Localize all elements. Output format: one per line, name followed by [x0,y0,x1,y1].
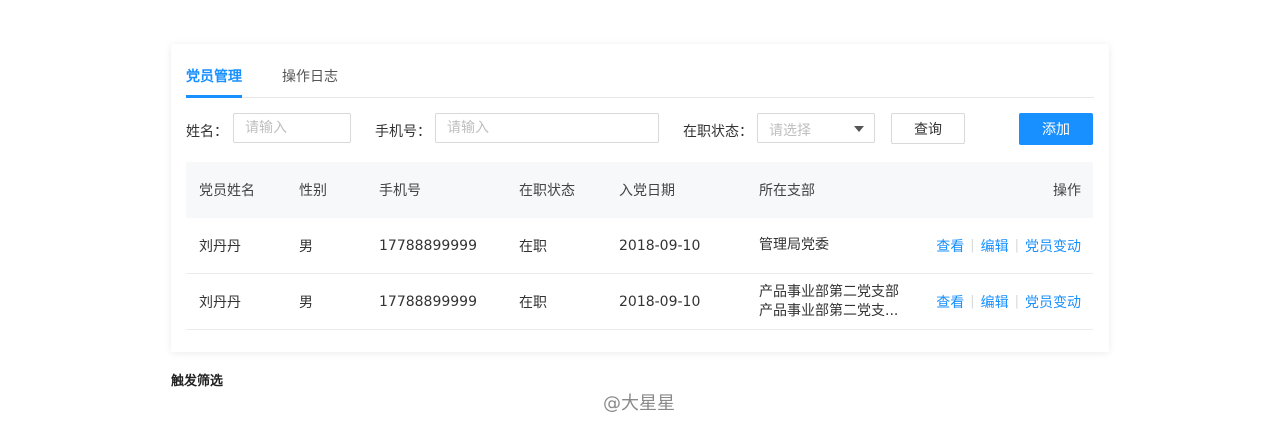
header-name: 党员姓名 [199,183,255,199]
tab-bar: 党员管理 操作日志 [186,44,1094,98]
trigger-filter-caption: 触发筛选 [171,374,224,389]
member-change-link[interactable]: 党员变动 [1025,292,1081,312]
cell-status: 在职 [519,238,547,255]
table-header: 党员姓名 性别 手机号 在职状态 入党日期 所在支部 操作 [186,162,1093,218]
cell-name: 刘丹丹 [199,294,241,311]
cell-actions: 查看 | 编辑 | 党员变动 [936,218,1081,273]
view-link[interactable]: 查看 [936,236,964,256]
cell-branch: 管理局党委 [759,218,909,273]
branch-line: 管理局党委 [759,237,829,253]
branch-text: 产品事业部第二党支部 产品事业部第二党支... [759,283,899,321]
header-gender: 性别 [299,183,327,199]
tab-operation-log[interactable]: 操作日志 [282,66,338,86]
action-divider: | [970,238,975,253]
tab-member-management[interactable]: 党员管理 [186,66,242,86]
action-divider: | [1014,238,1019,253]
header-status: 在职状态 [519,183,575,199]
name-filter-label: 姓名： [186,124,228,140]
edit-link[interactable]: 编辑 [981,292,1009,312]
table-row: 刘丹丹 男 17788899999 在职 2018-09-10 产品事业部第二党… [186,274,1093,330]
member-change-link[interactable]: 党员变动 [1025,236,1081,256]
header-branch: 所在支部 [759,183,815,199]
status-filter-label: 在职状态： [683,124,753,140]
caret-down-icon [854,126,864,132]
status-select-placeholder: 请选择 [769,123,811,139]
cell-gender: 男 [299,238,313,255]
cell-status: 在职 [519,294,547,311]
branch-text: 管理局党委 [759,236,829,255]
view-link[interactable]: 查看 [936,292,964,312]
query-button[interactable]: 查询 [891,113,965,144]
status-select[interactable]: 请选择 [757,113,875,143]
action-divider: | [1014,294,1019,309]
cell-actions: 查看 | 编辑 | 党员变动 [936,274,1081,329]
header-actions: 操作 [1053,183,1081,199]
cell-phone: 17788899999 [379,293,477,310]
edit-link[interactable]: 编辑 [981,236,1009,256]
phone-input[interactable] [435,113,659,143]
cell-branch: 产品事业部第二党支部 产品事业部第二党支... [759,274,909,329]
members-table: 党员姓名 性别 手机号 在职状态 入党日期 所在支部 操作 刘丹丹 男 1778… [186,162,1093,330]
add-button[interactable]: 添加 [1019,113,1093,145]
table-row: 刘丹丹 男 17788899999 在职 2018-09-10 管理局党委 查看… [186,218,1093,274]
cell-name: 刘丹丹 [199,238,241,255]
member-management-card: 党员管理 操作日志 姓名： 手机号： 在职状态： 请选择 查询 添加 党员姓名 … [171,44,1109,352]
cell-phone: 17788899999 [379,237,477,254]
cell-join-date: 2018-09-10 [619,293,701,310]
header-phone: 手机号 [379,183,421,199]
active-tab-indicator [186,95,242,98]
watermark: @大星星 [603,393,675,414]
branch-line-truncated: 产品事业部第二党支... [759,302,899,319]
cell-join-date: 2018-09-10 [619,237,701,254]
name-input[interactable] [233,113,351,143]
phone-filter-label: 手机号： [375,124,431,140]
cell-gender: 男 [299,294,313,311]
action-divider: | [970,294,975,309]
header-join-date: 入党日期 [619,183,675,199]
branch-line: 产品事业部第二党支部 [759,283,899,300]
